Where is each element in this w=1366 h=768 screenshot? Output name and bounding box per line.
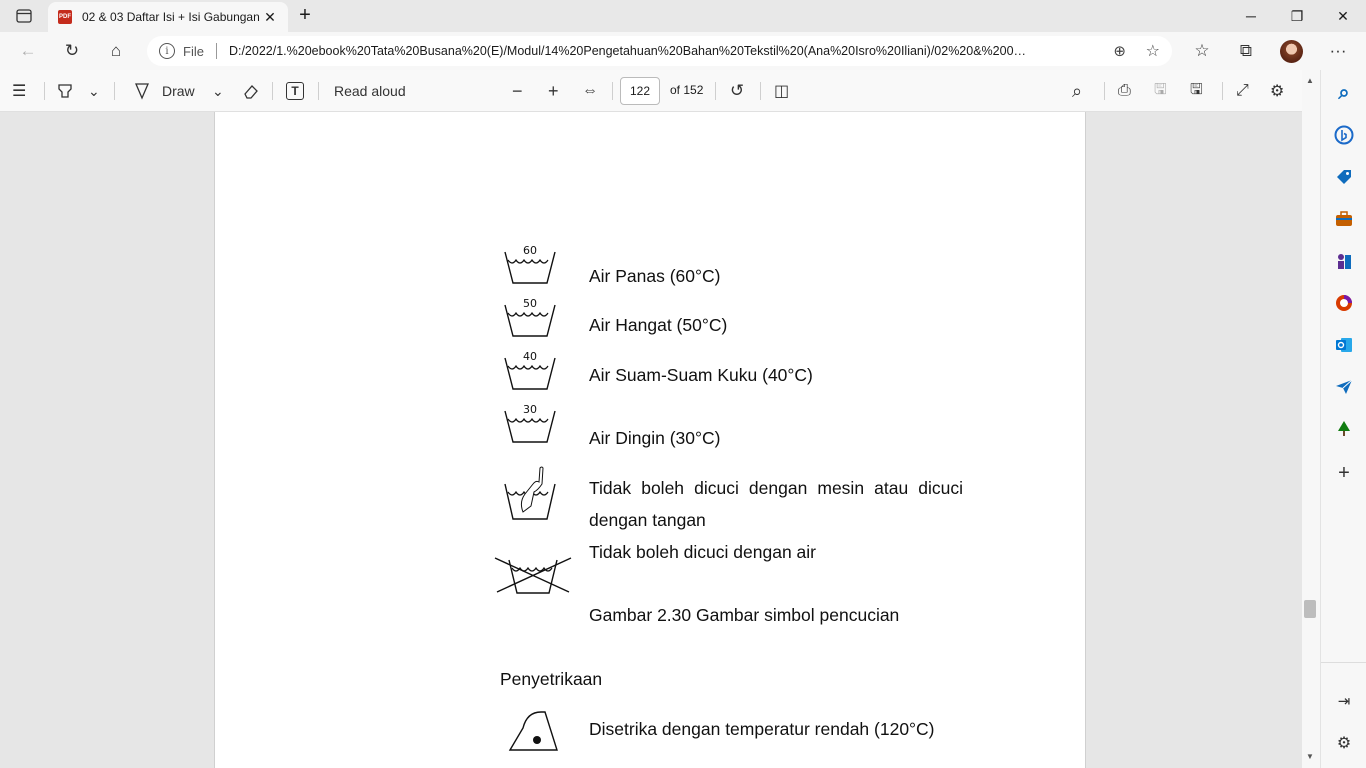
highlight-icon[interactable] (56, 80, 74, 102)
back-button[interactable]: ← (14, 37, 42, 65)
divider (1104, 82, 1105, 100)
url-text[interactable]: D:/2022/1.%20ebook%20Tata%20Busana%20(E)… (229, 44, 1097, 58)
settings-button[interactable]: ⚙ (1270, 80, 1284, 102)
sidebar-settings-icon[interactable]: ⚙ (1333, 732, 1355, 754)
page-view-button[interactable]: ◫ (774, 80, 789, 102)
address-bar: ← ↻ ⌂ i File D:/2022/1.%20ebook%20Tata%2… (0, 32, 1366, 70)
add-favorite-icon[interactable]: ☆ (1146, 41, 1160, 61)
wash-50-label: Air Hangat (50°C) (589, 315, 728, 335)
shopping-tag-icon[interactable] (1333, 166, 1355, 188)
wash-50-icon: 50 (504, 297, 556, 337)
pdf-toolbar: ☰ ⌄ Draw ⌄ T Read aloud − + ⇔ 122 of 152… (0, 70, 1302, 112)
home-button[interactable]: ⌂ (102, 37, 130, 65)
figure-caption: Gambar 2.30 Gambar simbol pencucian (589, 605, 900, 625)
tab-close-button[interactable]: ✕ (262, 9, 278, 26)
divider (715, 82, 716, 100)
sidebar-search-icon[interactable]: ⌕ (1333, 82, 1355, 104)
no-wash-text: Tidak boleh dicuci dengan air (589, 542, 816, 562)
draw-label: Draw (162, 83, 195, 99)
maximize-button[interactable]: ❐ (1274, 0, 1320, 32)
wash-60-label: Air Panas (60°C) (589, 266, 721, 286)
hide-sidebar-icon[interactable]: ⇥ (1333, 690, 1355, 712)
zoom-in-button[interactable]: + (548, 80, 559, 102)
zoom-out-button[interactable]: − (512, 80, 523, 102)
vertical-scrollbar[interactable]: ▲ ▼ (1302, 70, 1320, 768)
divider (760, 82, 761, 100)
more-button[interactable]: ··· (1324, 37, 1352, 65)
hand-wash-text-line1: Tidak boleh dicuci dengan mesin atau dic… (589, 478, 963, 498)
wash-30-temp: 30 (523, 403, 537, 416)
tab-bar: PDF 02 & 03 Daftar Isi + Isi Gabungan ✕ … (0, 0, 1366, 32)
bing-chat-icon[interactable] (1333, 124, 1355, 146)
wash-60-icon: 60 (504, 244, 556, 284)
iron-low-text: Disetrika dengan temperatur rendah (120°… (589, 719, 935, 739)
add-text-button[interactable]: T (286, 82, 304, 100)
zoom-icon[interactable]: ⊕ (1113, 42, 1126, 60)
add-sidebar-app-icon[interactable]: + (1333, 462, 1355, 484)
games-icon[interactable] (1333, 250, 1355, 272)
eraser-icon[interactable] (242, 80, 260, 102)
page-number-input[interactable]: 122 (620, 77, 660, 105)
hand-wash-text-line2: dengan tangan (589, 510, 706, 530)
wash-40-temp: 40 (523, 350, 537, 363)
tab-actions-icon[interactable] (10, 6, 38, 26)
iron-low-temp-icon (508, 711, 558, 751)
section-heading: Penyetrikaan (500, 669, 603, 689)
pdf-icon: PDF (58, 10, 72, 24)
contents-button[interactable]: ☰ (12, 80, 26, 102)
wash-40-icon: 40 (504, 350, 556, 390)
fit-width-button[interactable]: ⇔ (582, 80, 598, 102)
wash-60-temp: 60 (523, 244, 537, 257)
print-button[interactable]: ⎙ (1118, 80, 1131, 102)
hand-wash-icon (504, 466, 556, 520)
do-not-wash-icon (494, 557, 572, 594)
tools-briefcase-icon[interactable] (1333, 208, 1355, 230)
divider (1222, 82, 1223, 100)
divider (114, 82, 115, 100)
scroll-thumb[interactable] (1304, 600, 1316, 618)
office-icon[interactable] (1333, 292, 1355, 314)
site-info-icon[interactable]: i (159, 43, 175, 59)
fullscreen-button[interactable]: ⤢ (1236, 80, 1249, 102)
send-icon[interactable] (1333, 376, 1355, 398)
url-field[interactable]: i File D:/2022/1.%20ebook%20Tata%20Busan… (147, 36, 1172, 66)
tree-icon[interactable] (1333, 418, 1355, 440)
divider (318, 82, 319, 100)
pdf-viewer[interactable]: 60 Air Panas (60°C) 50 Air Hangat (50°C)… (0, 112, 1302, 768)
save-button[interactable]: 🖫 (1154, 80, 1167, 102)
avatar[interactable] (1280, 40, 1303, 63)
divider (612, 82, 613, 100)
wash-50-temp: 50 (523, 297, 537, 310)
save-as-button[interactable]: 🖫 (1190, 80, 1203, 102)
scheme-label: File (183, 43, 204, 59)
divider (272, 82, 273, 100)
wash-30-label: Air Dingin (30°C) (589, 428, 721, 448)
draw-button[interactable]: Draw (134, 80, 195, 102)
scroll-up-icon[interactable]: ▲ (1306, 76, 1314, 85)
scroll-down-icon[interactable]: ▼ (1306, 752, 1314, 761)
edge-sidebar: ⌕ + ⇥ ⚙ (1320, 70, 1366, 768)
favorites-button[interactable]: ☆ (1188, 37, 1216, 65)
refresh-button[interactable]: ↻ (58, 37, 86, 65)
minimize-button[interactable]: ─ (1228, 0, 1274, 32)
divider (44, 82, 45, 100)
divider (1321, 662, 1366, 663)
divider (215, 43, 217, 59)
pdf-page: 60 Air Panas (60°C) 50 Air Hangat (50°C)… (214, 112, 1086, 768)
page-total: of 152 (670, 83, 704, 97)
search-button[interactable]: ⌕ (1072, 80, 1082, 102)
wash-30-icon: 30 (504, 403, 556, 443)
draw-options-chevron-icon[interactable]: ⌄ (212, 80, 224, 102)
close-window-button[interactable]: ✕ (1320, 0, 1366, 32)
collections-button[interactable]: ⧉ (1232, 37, 1260, 65)
wash-40-label: Air Suam-Suam Kuku (40°C) (589, 365, 813, 385)
read-aloud-button[interactable]: Read aloud (334, 80, 406, 102)
outlook-icon[interactable] (1333, 334, 1355, 356)
rotate-button[interactable]: ↺ (730, 80, 744, 102)
highlight-options-chevron-icon[interactable]: ⌄ (88, 80, 100, 102)
tab-title: 02 & 03 Daftar Isi + Isi Gabungan (82, 10, 260, 24)
new-tab-button[interactable]: + (294, 4, 316, 26)
tab-pdf[interactable]: PDF 02 & 03 Daftar Isi + Isi Gabungan ✕ (48, 2, 288, 32)
